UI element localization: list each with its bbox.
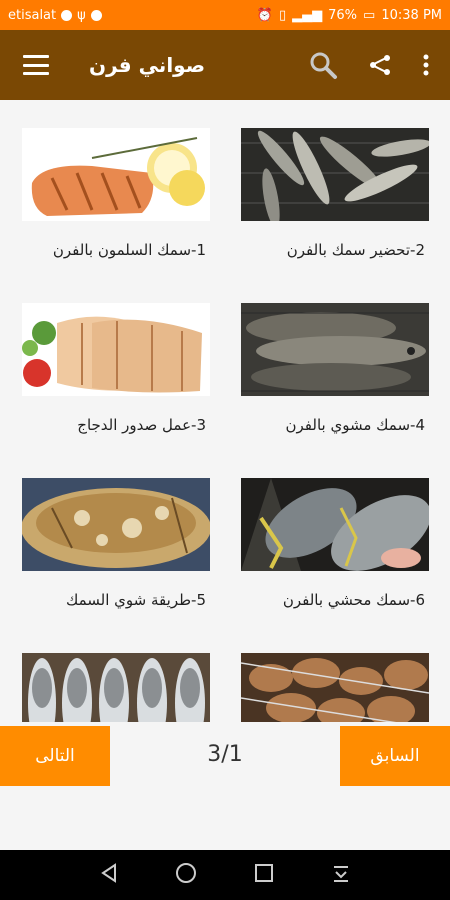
recipe-card[interactable]: 3-عمل صدور الدجاج	[16, 303, 216, 434]
next-button[interactable]: التالى	[0, 726, 110, 786]
app-bar: صواني فرن	[0, 30, 450, 100]
recipe-title: 1-سمك السلمون بالفرن	[52, 241, 206, 259]
recipe-title: 6-سمك محشي بالفرن	[282, 591, 425, 609]
carrier-name: etisalat	[8, 7, 57, 23]
recipe-title: 2-تحضير سمك بالفرن	[286, 241, 425, 259]
page-title: صواني فرن	[89, 53, 206, 77]
recipe-title: 5-طريقة شوي السمك	[65, 591, 206, 609]
recipe-card[interactable]: 5-طريقة شوي السمك	[16, 478, 216, 609]
vibrate-icon: ▯	[278, 7, 287, 23]
page-indicator: 3/1	[207, 742, 243, 767]
previous-button[interactable]: السابق	[340, 726, 450, 786]
battery-icon: ▭	[363, 7, 376, 23]
stuffed-fish-thumbnail	[241, 478, 429, 571]
fish-platter-thumbnail	[22, 478, 210, 571]
sardines-thumbnail	[241, 128, 429, 221]
battery-percent: 76%	[328, 7, 358, 23]
notification-pull-icon[interactable]	[330, 862, 352, 888]
back-icon[interactable]	[98, 862, 120, 888]
whatsapp-icon	[90, 9, 102, 21]
menu-icon[interactable]	[23, 55, 49, 75]
more-vert-icon[interactable]	[422, 54, 430, 76]
recents-icon[interactable]	[253, 862, 275, 888]
recipe-card[interactable]	[235, 653, 435, 722]
recipe-title: 4-سمك مشوي بالفرن	[285, 416, 425, 434]
share-icon[interactable]	[368, 53, 392, 77]
usb-icon: ψ	[77, 7, 86, 23]
recipe-card[interactable]: 2-تحضير سمك بالفرن	[235, 128, 435, 259]
recipe-title: 3-عمل صدور الدجاج	[77, 416, 206, 434]
search-icon[interactable]	[308, 50, 338, 80]
signal-icon: ▂▄▆	[292, 7, 323, 23]
recipe-card[interactable]: 4-سمك مشوي بالفرن	[235, 303, 435, 434]
skewers-thumbnail	[241, 653, 429, 722]
notification-icon	[61, 9, 73, 21]
recipe-card[interactable]	[16, 653, 216, 722]
recipe-card[interactable]: 1-سمك السلمون بالفرن	[16, 128, 216, 259]
system-nav-bar	[0, 850, 450, 900]
chicken-thumbnail	[22, 303, 210, 396]
grilled-fish-thumbnail	[241, 303, 429, 396]
alarm-icon: ⏰	[256, 7, 273, 23]
salmon-thumbnail	[22, 128, 210, 221]
recipe-card[interactable]: 6-سمك محشي بالفرن	[235, 478, 435, 609]
clock: 10:38 PM	[381, 7, 442, 23]
recipe-grid: 2-تحضير سمك بالفرن 1-سمك السلمون بالفرن …	[0, 100, 450, 722]
home-icon[interactable]	[175, 862, 197, 888]
fish-row-thumbnail	[22, 653, 210, 722]
status-bar: etisalat ψ ⏰ ▯ ▂▄▆ 76% ▭ 10:38 PM	[0, 0, 450, 30]
pagination-bar: التالى 3/1 السابق	[0, 722, 450, 850]
